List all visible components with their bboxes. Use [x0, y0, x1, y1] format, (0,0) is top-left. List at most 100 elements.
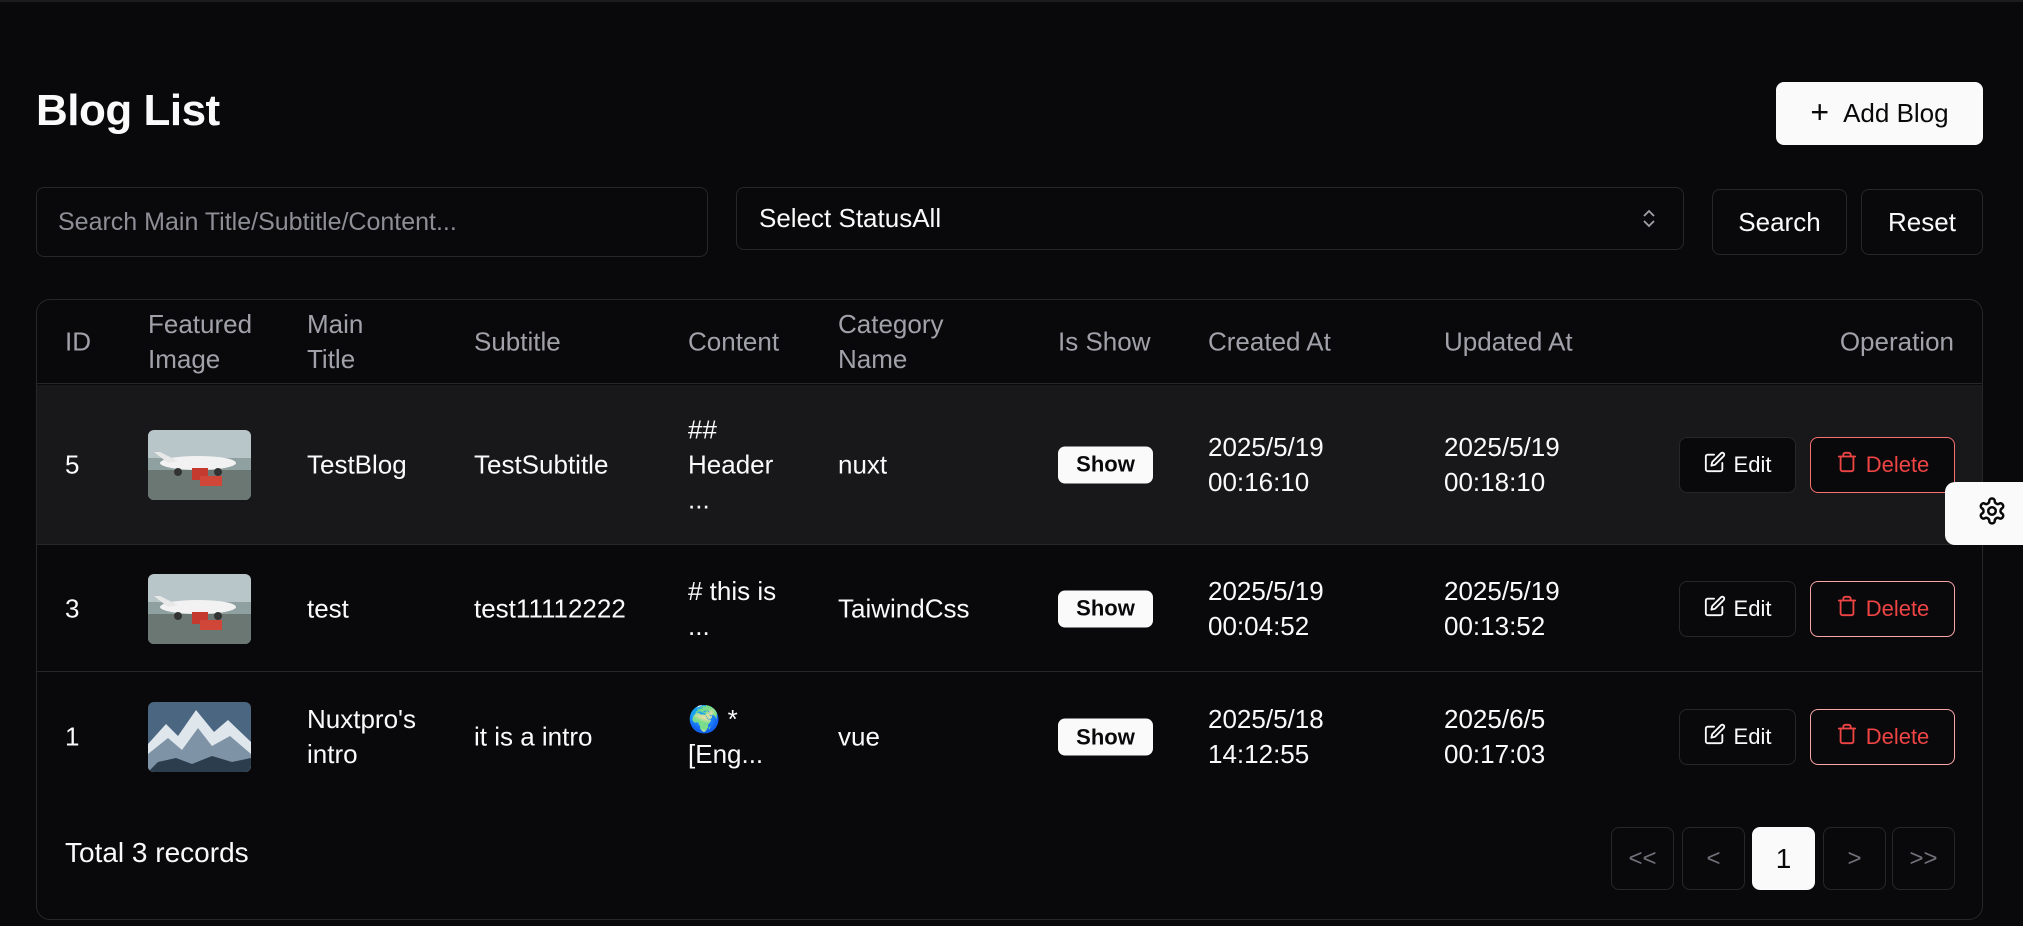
- header-id: ID: [65, 326, 91, 356]
- row-content-line1: # this is: [688, 575, 777, 606]
- reset-button[interactable]: Reset: [1861, 189, 1983, 255]
- row-content-line2: ...: [688, 610, 710, 641]
- next-page-button[interactable]: >: [1823, 827, 1886, 890]
- header-main-title: Main Title: [307, 307, 363, 377]
- search-input[interactable]: [36, 187, 708, 257]
- blog-table: ID Featured Image Main Title Subtitle Co…: [36, 299, 1983, 920]
- row-subtitle: it is a intro: [474, 721, 593, 752]
- status-select-value: Select StatusAll: [759, 203, 942, 233]
- delete-button[interactable]: Delete: [1810, 436, 1955, 493]
- header-subtitle: Subtitle: [474, 326, 561, 356]
- row-id: 1: [65, 721, 80, 752]
- row-main-title-line1: Nuxtpro's: [307, 704, 417, 734]
- row-content: # this is ...: [688, 574, 776, 644]
- header-main-title-line2: Title: [307, 343, 356, 374]
- edit-label: Edit: [1733, 595, 1772, 621]
- featured-image: [148, 573, 251, 644]
- trash-icon: [1836, 451, 1858, 479]
- row-subtitle: test11112222: [474, 593, 626, 623]
- header-featured-image: Featured Image: [148, 307, 252, 377]
- header-category-name: Category Name: [838, 307, 944, 377]
- row-main-title: TestBlog: [307, 447, 407, 482]
- row-created-date: 2025/5/19: [1208, 575, 1324, 606]
- row-content: 🌍 * [Eng...: [688, 702, 763, 772]
- settings-button[interactable]: [1945, 482, 2023, 545]
- row-main-title: test: [307, 591, 349, 626]
- row-created-time: 00:16:10: [1208, 466, 1310, 497]
- prev-page-button[interactable]: <: [1682, 827, 1745, 890]
- header-category-line2: Name: [838, 343, 908, 374]
- delete-button[interactable]: Delete: [1810, 709, 1955, 765]
- row-content-line2: Header: [688, 449, 774, 479]
- table-row: 3 test test11112222 # this is ... Taiwin…: [37, 546, 1982, 672]
- row-created-at: 2025/5/19 00:04:52: [1208, 574, 1324, 644]
- delete-label: Delete: [1865, 724, 1930, 749]
- row-main-title: Nuxtpro's intro: [307, 702, 416, 772]
- edit-label: Edit: [1733, 724, 1772, 749]
- first-page-button[interactable]: <<: [1611, 827, 1674, 890]
- edit-icon: [1704, 451, 1726, 479]
- status-badge: Show: [1058, 590, 1153, 627]
- row-main-title-line1: TestBlog: [307, 449, 407, 479]
- row-updated-time: 00:17:03: [1444, 739, 1546, 769]
- row-subtitle: TestSubtitle: [474, 449, 609, 479]
- search-button[interactable]: Search: [1712, 189, 1847, 255]
- row-created-time: 00:04:52: [1208, 610, 1310, 641]
- row-updated-at: 2025/5/19 00:13:52: [1444, 574, 1560, 644]
- row-category: nuxt: [838, 449, 888, 479]
- row-updated-time: 00:13:52: [1444, 610, 1546, 641]
- edit-button[interactable]: Edit: [1679, 709, 1796, 765]
- edit-button[interactable]: Edit: [1679, 436, 1796, 493]
- gear-icon: [1977, 496, 2007, 531]
- row-content-line2: [Eng...: [688, 739, 764, 769]
- delete-button[interactable]: Delete: [1810, 580, 1955, 637]
- featured-image: [148, 429, 251, 500]
- plus-icon: +: [1810, 94, 1830, 130]
- row-content-line1: ##: [688, 414, 717, 444]
- trash-icon: [1836, 595, 1858, 623]
- row-created-date: 2025/5/19: [1208, 431, 1324, 462]
- last-page-button[interactable]: >>: [1892, 827, 1955, 890]
- row-category: TaiwindCss: [838, 593, 970, 623]
- chevron-up-down-icon: [1643, 209, 1655, 228]
- row-updated-date: 2025/6/5: [1444, 704, 1546, 734]
- total-records: Total 3 records: [65, 837, 249, 868]
- row-updated-at: 2025/5/19 00:18:10: [1444, 430, 1560, 500]
- header-created-at: Created At: [1208, 326, 1331, 356]
- header-featured-image-line2: Image: [148, 343, 221, 374]
- row-content: ## Header ...: [688, 412, 773, 517]
- status-badge: Show: [1058, 446, 1153, 483]
- row-main-title-line1: test: [307, 593, 349, 623]
- page-title: Blog List: [36, 86, 220, 135]
- header-category-line1: Category: [838, 308, 944, 339]
- edit-icon: [1704, 595, 1726, 623]
- table-row: 1 Nuxtpro's intro it is a intro 🌍 * [Eng…: [37, 673, 1982, 801]
- add-blog-label: Add Blog: [1843, 98, 1949, 128]
- row-created-at: 2025/5/19 00:16:10: [1208, 430, 1324, 500]
- row-updated-date: 2025/5/19: [1444, 431, 1560, 462]
- row-updated-date: 2025/5/19: [1444, 575, 1560, 606]
- header-updated-at: Updated At: [1444, 326, 1573, 356]
- page-1-button[interactable]: 1: [1752, 827, 1815, 890]
- delete-label: Delete: [1865, 595, 1930, 621]
- header-main-title-line1: Main: [307, 308, 364, 339]
- row-updated-at: 2025/6/5 00:17:03: [1444, 702, 1545, 772]
- add-blog-button[interactable]: + Add Blog: [1776, 82, 1983, 145]
- row-id: 5: [65, 449, 80, 479]
- edit-label: Edit: [1733, 451, 1772, 477]
- table-row: 5 TestBlog TestSubtitle ## Header ... nu…: [37, 385, 1982, 545]
- row-category: vue: [838, 721, 880, 752]
- row-main-title-line2: intro: [307, 739, 358, 769]
- row-created-time: 14:12:55: [1208, 739, 1310, 769]
- row-created-date: 2025/5/18: [1208, 704, 1324, 734]
- trash-icon: [1836, 723, 1858, 751]
- status-badge: Show: [1058, 718, 1153, 756]
- top-border: [0, 0, 2023, 2]
- delete-label: Delete: [1865, 451, 1930, 477]
- status-select[interactable]: Select StatusAll: [736, 187, 1684, 250]
- row-updated-time: 00:18:10: [1444, 466, 1546, 497]
- table-header: ID Featured Image Main Title Subtitle Co…: [37, 300, 1982, 384]
- edit-button[interactable]: Edit: [1679, 580, 1796, 637]
- row-id: 3: [65, 593, 80, 623]
- header-is-show: Is Show: [1058, 326, 1151, 356]
